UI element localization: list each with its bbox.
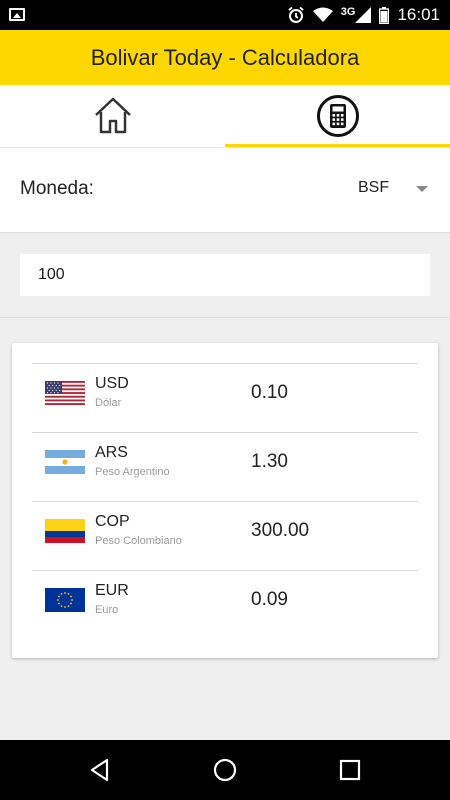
dropdown-arrow-icon xyxy=(416,186,428,192)
recents-icon[interactable] xyxy=(335,755,365,785)
amount-input-area xyxy=(0,233,450,318)
converted-amount: 0.10 xyxy=(251,382,288,403)
image-icon xyxy=(9,8,25,21)
currency-name: Peso Argentino xyxy=(95,466,170,478)
conversion-row-cop: COP Peso Colombiano 300.00 xyxy=(32,501,418,570)
currency-name: Dólar xyxy=(95,397,122,409)
home-icon xyxy=(94,97,131,134)
status-bar: 3G 16:01 xyxy=(0,0,450,30)
eu-flag-icon xyxy=(45,588,85,612)
currency-selected-value: BSF xyxy=(358,179,390,196)
tab-bar xyxy=(0,85,450,148)
back-icon[interactable] xyxy=(85,755,115,785)
conversion-row-usd: USD Dólar 0.10 xyxy=(32,363,418,432)
home-circle-icon[interactable] xyxy=(210,755,240,785)
converted-amount: 0.09 xyxy=(251,589,288,610)
colombia-flag-icon xyxy=(45,519,85,543)
navigation-bar xyxy=(0,740,450,800)
status-icons: 3G 16:01 xyxy=(287,0,440,30)
battery-icon xyxy=(379,6,390,24)
network-type: 3G xyxy=(340,6,356,18)
tab-home[interactable] xyxy=(0,85,225,147)
currency-code: COP xyxy=(95,513,130,530)
conversion-row-eur: EUR Euro 0.09 xyxy=(32,570,418,639)
currency-name: Peso Colombiano xyxy=(95,535,182,547)
clock: 16:01 xyxy=(397,5,440,24)
currency-selector-row: Moneda: BSF xyxy=(0,148,450,233)
argentina-flag-icon xyxy=(45,450,85,474)
amount-input[interactable] xyxy=(20,254,430,296)
conversion-card: USD Dólar 0.10 ARS Peso Argentino 1.30 C… xyxy=(12,343,438,658)
app-title: Bolivar Today - Calculadora xyxy=(90,44,360,70)
conversion-row-ars: ARS Peso Argentino 1.30 xyxy=(32,432,418,501)
us-flag-icon xyxy=(45,381,85,405)
converted-amount: 300.00 xyxy=(251,520,310,541)
currency-dropdown[interactable]: BSF xyxy=(340,176,430,204)
alarm-icon xyxy=(288,6,304,23)
calculator-icon xyxy=(316,95,359,137)
converted-amount: 1.30 xyxy=(251,451,288,472)
wifi-icon xyxy=(312,7,333,22)
currency-name: Euro xyxy=(95,604,119,616)
currency-code: USD xyxy=(95,375,129,392)
conversion-list: USD Dólar 0.10 ARS Peso Argentino 1.30 C… xyxy=(32,363,418,639)
tab-calculator[interactable] xyxy=(225,85,450,147)
currency-label: Moneda: xyxy=(20,178,94,199)
currency-code: ARS xyxy=(95,444,128,461)
app-bar: Bolivar Today - Calculadora xyxy=(0,30,450,85)
signal-icon xyxy=(355,7,372,23)
currency-code: EUR xyxy=(95,582,129,599)
